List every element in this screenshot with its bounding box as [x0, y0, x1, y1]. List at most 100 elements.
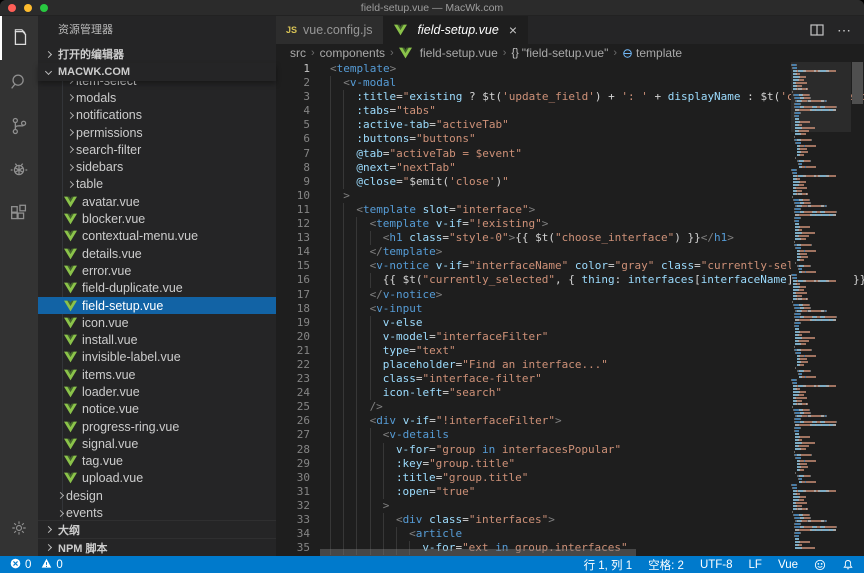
- line-number[interactable]: 24: [276, 386, 310, 400]
- tree-file-notice.vue[interactable]: notice.vue: [38, 401, 276, 418]
- tab-vue.config.js[interactable]: JSvue.config.js: [276, 16, 384, 44]
- code-line-31[interactable]: 31:open="true": [276, 485, 864, 499]
- status-warning[interactable]: 0: [41, 558, 62, 572]
- code-line-26[interactable]: 26<div v-if="!interfaceFilter">: [276, 414, 864, 428]
- tree-file-invisible-label.vue[interactable]: invisible-label.vue: [38, 349, 276, 366]
- line-number[interactable]: 22: [276, 358, 310, 372]
- vertical-scrollbar-thumb[interactable]: [852, 62, 863, 104]
- workspace-section[interactable]: MACWK.COM: [38, 63, 276, 81]
- code-line-22[interactable]: 22placeholder="Find an interface...": [276, 358, 864, 372]
- line-number[interactable]: 8: [276, 161, 310, 175]
- tree-file-icon.vue[interactable]: icon.vue: [38, 314, 276, 331]
- code-line-19[interactable]: 19v-else: [276, 316, 864, 330]
- tree-file-avatar.vue[interactable]: avatar.vue: [38, 193, 276, 210]
- line-number[interactable]: 7: [276, 147, 310, 161]
- line-number[interactable]: 27: [276, 428, 310, 442]
- more-actions-icon[interactable]: ⋯: [837, 22, 852, 39]
- source-control-icon[interactable]: [0, 104, 38, 148]
- tree-folder-search-filter[interactable]: search-filter: [38, 141, 276, 158]
- breadcrumb-item-2[interactable]: components: [320, 46, 385, 60]
- line-number[interactable]: 32: [276, 499, 310, 513]
- line-number[interactable]: 3: [276, 90, 310, 104]
- code-line-23[interactable]: 23class="interface-filter": [276, 372, 864, 386]
- line-number[interactable]: 5: [276, 118, 310, 132]
- tree-file-items.vue[interactable]: items.vue: [38, 366, 276, 383]
- status-item[interactable]: LF: [749, 559, 762, 571]
- maximize-window-button[interactable]: [40, 4, 48, 12]
- line-number[interactable]: 10: [276, 189, 310, 203]
- breadcrumb-item-5[interactable]: template: [622, 46, 682, 60]
- line-number[interactable]: 30: [276, 471, 310, 485]
- code-line-18[interactable]: 18<v-input: [276, 302, 864, 316]
- code-line-14[interactable]: 14</template>: [276, 245, 864, 259]
- line-number[interactable]: 16: [276, 273, 310, 287]
- code-line-21[interactable]: 21type="text": [276, 344, 864, 358]
- code-line-7[interactable]: 7@tab="activeTab = $event": [276, 147, 864, 161]
- line-number[interactable]: 29: [276, 457, 310, 471]
- code-line-16[interactable]: 16{{ $t("currently_selected", { thing: i…: [276, 273, 864, 287]
- code-line-29[interactable]: 29:key="group.title": [276, 457, 864, 471]
- line-number[interactable]: 4: [276, 104, 310, 118]
- tree-file-loader.vue[interactable]: loader.vue: [38, 383, 276, 400]
- line-number[interactable]: 33: [276, 513, 310, 527]
- tree-folder-notifications[interactable]: notifications: [38, 107, 276, 124]
- code-line-20[interactable]: 20v-model="interfaceFilter": [276, 330, 864, 344]
- line-number[interactable]: 20: [276, 330, 310, 344]
- debug-icon[interactable]: [0, 148, 38, 192]
- split-editor-icon[interactable]: [809, 22, 825, 38]
- tree-file-install.vue[interactable]: install.vue: [38, 331, 276, 348]
- code-line-34[interactable]: 34<article: [276, 527, 864, 541]
- breadcrumb-item-4[interactable]: {}"field-setup.vue": [511, 46, 608, 60]
- line-number[interactable]: 17: [276, 288, 310, 302]
- tree-file-tag.vue[interactable]: tag.vue: [38, 453, 276, 470]
- line-number[interactable]: 25: [276, 400, 310, 414]
- breadcrumb-item-1[interactable]: src: [290, 46, 306, 60]
- line-number[interactable]: 23: [276, 372, 310, 386]
- tree-file-field-duplicate.vue[interactable]: field-duplicate.vue: [38, 280, 276, 297]
- line-number[interactable]: 9: [276, 175, 310, 189]
- status-item[interactable]: Vue: [778, 559, 798, 571]
- code-line-1[interactable]: 1<template>: [276, 62, 864, 76]
- line-number[interactable]: 31: [276, 485, 310, 499]
- code-line-24[interactable]: 24icon-left="search": [276, 386, 864, 400]
- tree-folder-events[interactable]: events: [38, 504, 276, 520]
- status-error[interactable]: 0: [10, 558, 31, 572]
- line-number[interactable]: 13: [276, 231, 310, 245]
- status-item[interactable]: 行 1, 列 1: [584, 557, 633, 573]
- gear-icon[interactable]: [0, 506, 38, 550]
- code-line-17[interactable]: 17</v-notice>: [276, 288, 864, 302]
- code-line-8[interactable]: 8@next="nextTab": [276, 161, 864, 175]
- tree-folder-design[interactable]: design: [38, 487, 276, 504]
- bell-icon[interactable]: [842, 559, 854, 571]
- close-icon[interactable]: ×: [509, 22, 517, 38]
- horizontal-scrollbar[interactable]: [320, 549, 784, 556]
- minimize-window-button[interactable]: [24, 4, 32, 12]
- outline-section[interactable]: 大纲: [38, 520, 276, 538]
- code-line-27[interactable]: 27<v-details: [276, 428, 864, 442]
- status-item[interactable]: 空格: 2: [648, 557, 684, 573]
- line-number[interactable]: 18: [276, 302, 310, 316]
- tree-folder-modals[interactable]: modals: [38, 89, 276, 106]
- tree-file-field-setup.vue[interactable]: field-setup.vue: [38, 297, 276, 314]
- breadcrumb-item-3[interactable]: field-setup.vue: [399, 46, 498, 60]
- search-icon[interactable]: [0, 60, 38, 104]
- tree-file-upload.vue[interactable]: upload.vue: [38, 470, 276, 487]
- line-number[interactable]: 12: [276, 217, 310, 231]
- tree-file-progress-ring.vue[interactable]: progress-ring.vue: [38, 418, 276, 435]
- line-number[interactable]: 28: [276, 443, 310, 457]
- tree-file-blocker.vue[interactable]: blocker.vue: [38, 210, 276, 227]
- code-line-11[interactable]: 11<template slot="interface">: [276, 203, 864, 217]
- tree-folder-sidebars[interactable]: sidebars: [38, 158, 276, 175]
- code-line-12[interactable]: 12<template v-if="!existing">: [276, 217, 864, 231]
- line-number[interactable]: 21: [276, 344, 310, 358]
- code-line-28[interactable]: 28v-for="group in interfacesPopular": [276, 443, 864, 457]
- code-line-13[interactable]: 13<h1 class="style-0">{{ $t("choose_inte…: [276, 231, 864, 245]
- tree-file-details.vue[interactable]: details.vue: [38, 245, 276, 262]
- feedback-icon[interactable]: [814, 559, 826, 571]
- code-line-9[interactable]: 9@close="$emit('close')": [276, 175, 864, 189]
- line-number[interactable]: 19: [276, 316, 310, 330]
- code-line-4[interactable]: 4:tabs="tabs": [276, 104, 864, 118]
- line-number[interactable]: 35: [276, 541, 310, 555]
- code-line-5[interactable]: 5:active-tab="activeTab": [276, 118, 864, 132]
- line-number[interactable]: 11: [276, 203, 310, 217]
